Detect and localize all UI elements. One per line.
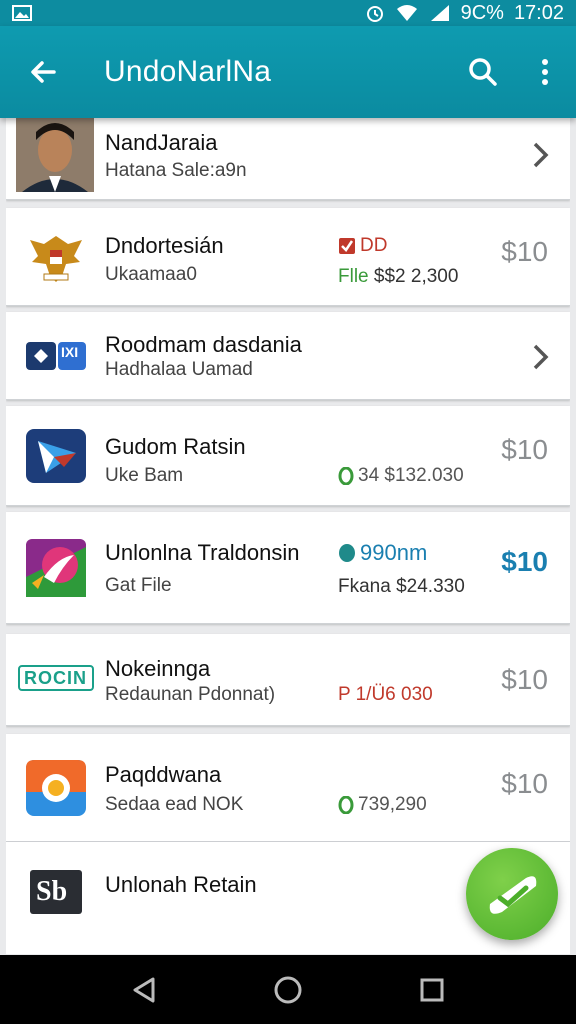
system-nav-bar (0, 955, 576, 1024)
item-subtitle: Hatana Sale:a9n (105, 160, 247, 181)
coin-icon (338, 796, 354, 814)
list-item[interactable]: NandJaraia Hatana Sale:a9n (6, 118, 570, 200)
item-subtitle: Redaunan Pdonnat) (105, 684, 276, 705)
item-subtitle: Hadhalaa Uamad (105, 359, 253, 380)
circle-home-icon (274, 976, 302, 1003)
item-name: Nokeinnga (105, 656, 211, 681)
item-name: Dndortesián (105, 233, 224, 258)
bird-app-icon (24, 536, 88, 600)
chevron-right-icon (533, 344, 549, 370)
sb-logo-icon: Sb (28, 868, 84, 916)
item-name: Paqddwana (105, 762, 222, 787)
wifi-icon (395, 3, 419, 23)
search-icon (469, 58, 497, 86)
card-app-icon: IXI (24, 324, 88, 388)
item-name: Gudom Ratsin (105, 434, 246, 459)
arrow-left-icon (31, 61, 56, 83)
list-item[interactable]: Paqddwana Sedaa ead NOK 739,290 $10 (6, 734, 570, 842)
square-recents-icon (420, 978, 444, 1001)
item-price: $10 (501, 768, 548, 799)
avatar (16, 118, 94, 192)
back-nav-button[interactable] (114, 960, 174, 1020)
alarm-icon (365, 3, 385, 23)
list-item[interactable]: Unlonlna Traldonsin Gat File 990nm Fkana… (6, 512, 570, 624)
orange-app-icon (24, 756, 88, 820)
search-button[interactable] (452, 26, 514, 118)
brand-logo: ROCIN (18, 656, 94, 700)
check-pill-icon (489, 876, 537, 914)
page-title: UndoNarlNa (104, 55, 272, 88)
confirm-fab[interactable] (466, 848, 558, 940)
triangle-back-icon (133, 977, 155, 1002)
overflow-menu-button[interactable] (514, 26, 576, 118)
status-badge: 739,290 (338, 794, 427, 816)
app-bar: UndoNarlNa (0, 26, 576, 118)
item-price: $10 (501, 664, 548, 695)
item-name: Unlonah Retain (105, 872, 257, 897)
more-vert-icon (542, 59, 548, 85)
item-detail: Fkana $24.330 (338, 576, 465, 597)
battery-text: 9C% (460, 1, 504, 24)
item-price: $10 (501, 546, 548, 577)
status-badge: DD (338, 235, 387, 257)
list-item[interactable]: Dndortesián Ukaamaa0 DD Flle $$2 2,300 $… (6, 208, 570, 306)
status-badge: 34 $132.030 (338, 465, 464, 487)
item-price: $10 (501, 434, 548, 465)
status-bar: 9C% 17:02 (0, 0, 576, 26)
clock: 17:02 (513, 1, 564, 24)
cloud-icon (339, 544, 355, 562)
check-box-icon (339, 238, 355, 254)
item-detail: Flle $$2 2,300 (338, 266, 459, 287)
list-item[interactable]: Gudom Ratsin Uke Bam 34 $132.030 $10 (6, 406, 570, 506)
list-item[interactable]: IXI Roodmam dasdania Hadhalaa Uamad (6, 312, 570, 400)
back-button[interactable] (0, 26, 86, 118)
status-badge: P 1/Ü6 030 (338, 684, 433, 705)
status-badge: 990nm (338, 540, 427, 566)
recents-nav-button[interactable] (402, 960, 462, 1020)
item-list: NandJaraia Hatana Sale:a9n Dndortesián U… (6, 118, 570, 954)
chevron-right-icon (533, 142, 549, 168)
home-nav-button[interactable] (258, 960, 318, 1020)
item-price: $10 (501, 236, 548, 267)
item-name: NandJaraia (105, 130, 218, 155)
garuda-emblem-icon (24, 226, 88, 290)
signal-icon (429, 3, 451, 23)
send-app-icon (24, 424, 88, 488)
item-subtitle: Ukaamaa0 (105, 264, 197, 285)
coin-icon (338, 467, 354, 485)
gallery-icon (12, 5, 32, 21)
item-subtitle: Gat File (105, 575, 172, 596)
list-item[interactable]: ROCIN Nokeinnga Redaunan Pdonnat) P 1/Ü6… (6, 634, 570, 726)
item-name: Unlonlna Traldonsin (105, 540, 300, 565)
item-subtitle: Sedaa ead NOK (105, 794, 244, 815)
item-subtitle: Uke Bam (105, 465, 184, 486)
item-name: Roodmam dasdania (105, 332, 302, 357)
